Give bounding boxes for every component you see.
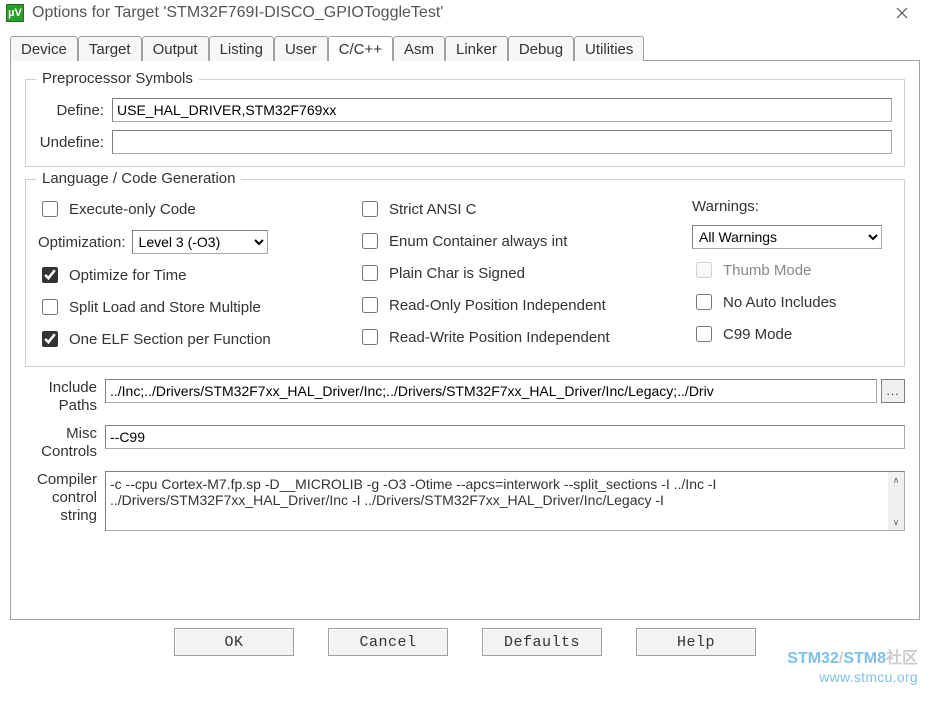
button-bar: OK Cancel Defaults Help <box>10 620 920 656</box>
strict-ansi-checkbox[interactable] <box>362 201 378 217</box>
tab-asm[interactable]: Asm <box>393 36 445 61</box>
title-bar: µV Options for Target 'STM32F769I-DISCO_… <box>0 0 930 26</box>
tab-user[interactable]: User <box>274 36 328 61</box>
group-legend-codegen: Language / Code Generation <box>36 170 241 187</box>
warnings-select[interactable]: All Warnings <box>692 225 882 249</box>
app-icon: µV <box>6 4 24 22</box>
ro-pi-label: Read-Only Position Independent <box>389 297 606 314</box>
scrollbar[interactable]: ∧ ∨ <box>888 472 904 530</box>
thumb-label: Thumb Mode <box>723 262 811 279</box>
ok-button[interactable]: OK <box>174 628 294 656</box>
group-codegen: Language / Code Generation Execute-only … <box>25 179 905 367</box>
enum-int-label: Enum Container always int <box>389 233 567 250</box>
plain-char-checkbox[interactable] <box>362 265 378 281</box>
optimize-time-checkbox[interactable] <box>42 267 58 283</box>
tab-utilities[interactable]: Utilities <box>574 36 644 61</box>
scroll-down-icon[interactable]: ∨ <box>888 514 904 530</box>
split-load-checkbox[interactable] <box>42 299 58 315</box>
rw-pi-label: Read-Write Position Independent <box>389 329 610 346</box>
optimization-select[interactable]: Level 3 (-O3) <box>132 230 268 254</box>
group-legend-preprocessor: Preprocessor Symbols <box>36 70 199 87</box>
strict-ansi-label: Strict ANSI C <box>389 201 477 218</box>
include-paths-input[interactable] <box>105 379 877 403</box>
execute-only-checkbox[interactable] <box>42 201 58 217</box>
rw-pi-checkbox[interactable] <box>362 329 378 345</box>
include-browse-button[interactable]: ... <box>881 379 905 403</box>
tab-output[interactable]: Output <box>142 36 209 61</box>
noauto-checkbox[interactable] <box>696 294 712 310</box>
include-paths-label: Include Paths <box>25 379 105 415</box>
split-load-label: Split Load and Store Multiple <box>69 299 261 316</box>
define-input[interactable] <box>112 98 892 122</box>
close-button[interactable] <box>880 1 924 25</box>
scroll-up-icon[interactable]: ∧ <box>888 472 904 488</box>
undefine-input[interactable] <box>112 130 892 154</box>
tab-ccpp[interactable]: C/C++ <box>328 36 393 61</box>
misc-controls-label: Misc Controls <box>25 425 105 461</box>
group-preprocessor: Preprocessor Symbols Define: Undefine: <box>25 79 905 167</box>
plain-char-label: Plain Char is Signed <box>389 265 525 282</box>
help-button[interactable]: Help <box>636 628 756 656</box>
misc-controls-input[interactable] <box>105 425 905 449</box>
tab-debug[interactable]: Debug <box>508 36 574 61</box>
tab-target[interactable]: Target <box>78 36 142 61</box>
thumb-checkbox <box>696 262 712 278</box>
undefine-label: Undefine: <box>38 134 112 151</box>
one-elf-label: One ELF Section per Function <box>69 331 271 348</box>
window-title: Options for Target 'STM32F769I-DISCO_GPI… <box>32 4 880 22</box>
warnings-label: Warnings: <box>692 198 759 215</box>
optimize-time-label: Optimize for Time <box>69 267 187 284</box>
tab-content: Preprocessor Symbols Define: Undefine: L… <box>10 60 920 620</box>
compiler-string-text: -c --cpu Cortex-M7.fp.sp -D__MICROLIB -g… <box>105 471 905 531</box>
c99-checkbox[interactable] <box>696 326 712 342</box>
defaults-button[interactable]: Defaults <box>482 628 602 656</box>
tabs: Device Target Output Listing User C/C++ … <box>10 30 920 60</box>
cancel-button[interactable]: Cancel <box>328 628 448 656</box>
compiler-string-label: Compiler control string <box>25 471 105 531</box>
tab-listing[interactable]: Listing <box>209 36 274 61</box>
close-icon <box>896 7 908 19</box>
one-elf-checkbox[interactable] <box>42 331 58 347</box>
tab-linker[interactable]: Linker <box>445 36 508 61</box>
define-label: Define: <box>38 102 112 119</box>
optimization-label: Optimization: <box>38 234 126 251</box>
ro-pi-checkbox[interactable] <box>362 297 378 313</box>
tab-device[interactable]: Device <box>10 36 78 61</box>
noauto-label: No Auto Includes <box>723 294 836 311</box>
execute-only-label: Execute-only Code <box>69 201 196 218</box>
c99-label: C99 Mode <box>723 326 792 343</box>
enum-int-checkbox[interactable] <box>362 233 378 249</box>
